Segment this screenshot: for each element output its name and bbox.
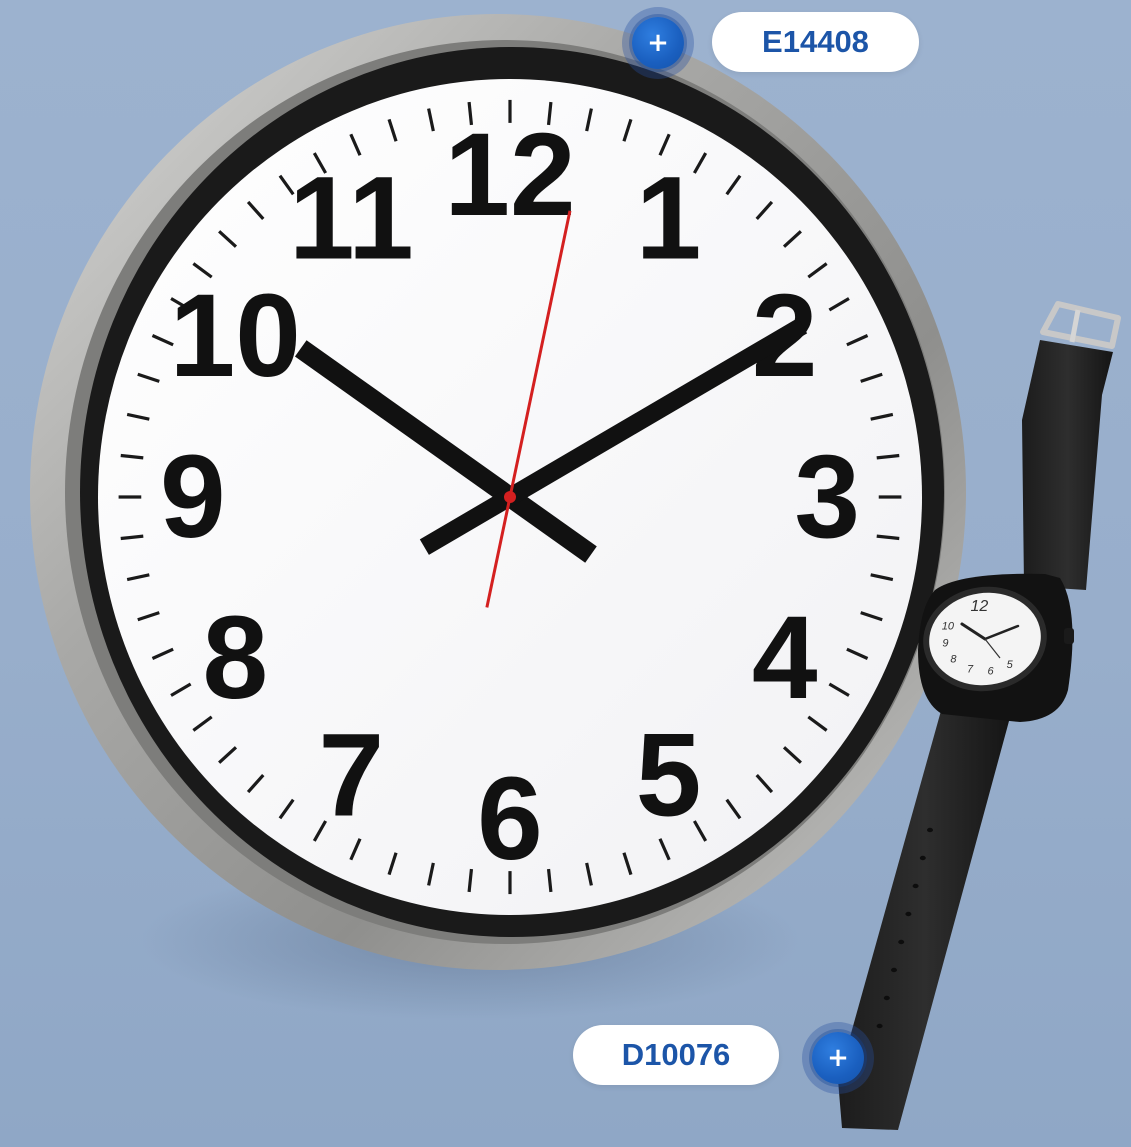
watch-numeral: 10 [942, 621, 955, 633]
wall-clock: 121234567891011 [30, 14, 966, 970]
clock-numeral: 7 [319, 710, 385, 842]
plus-icon: + [632, 17, 684, 69]
clock-numeral: 9 [160, 431, 226, 563]
strap-hole [898, 939, 905, 945]
plus-icon: + [812, 1032, 864, 1084]
strap-hole [891, 967, 897, 973]
hotspot-e14408-button[interactable]: + [622, 7, 694, 79]
clock-center-cap [504, 491, 516, 503]
strap-hole [919, 855, 926, 861]
strap-hole [905, 911, 912, 917]
clock-numeral: 10 [170, 270, 301, 402]
strap-hole [883, 995, 890, 1001]
strap-hole [876, 1023, 883, 1029]
clock-numeral: 1 [636, 152, 702, 284]
watch-numeral: 7 [967, 664, 974, 676]
strap-hole [912, 883, 919, 889]
clock-numeral: 12 [444, 109, 575, 241]
clock-numeral: 5 [636, 710, 702, 842]
strap-hole [927, 827, 933, 833]
watch-numeral: 6 [988, 666, 995, 678]
watch-numeral: 8 [950, 653, 957, 665]
clock-numeral: 11 [289, 152, 414, 284]
product-tag-d10076[interactable]: D10076 [573, 1025, 779, 1085]
clock-numeral: 3 [794, 431, 860, 563]
clock-numeral: 6 [477, 753, 543, 885]
watch-numeral: 12 [971, 598, 989, 615]
watch-buckle [1040, 301, 1121, 349]
clock-numeral: 8 [202, 592, 268, 724]
product-scene: 121234567891011 121098765 [30, 14, 1121, 1130]
hotspot-d10076-button[interactable]: + [802, 1022, 874, 1094]
watch-numeral: 9 [942, 638, 948, 650]
watch-numeral: 5 [1007, 659, 1014, 671]
watch-strap-upper [1022, 340, 1113, 590]
watch-crown [1064, 628, 1074, 644]
product-tag-e14408[interactable]: E14408 [712, 12, 919, 72]
clock-numeral: 4 [752, 592, 818, 724]
